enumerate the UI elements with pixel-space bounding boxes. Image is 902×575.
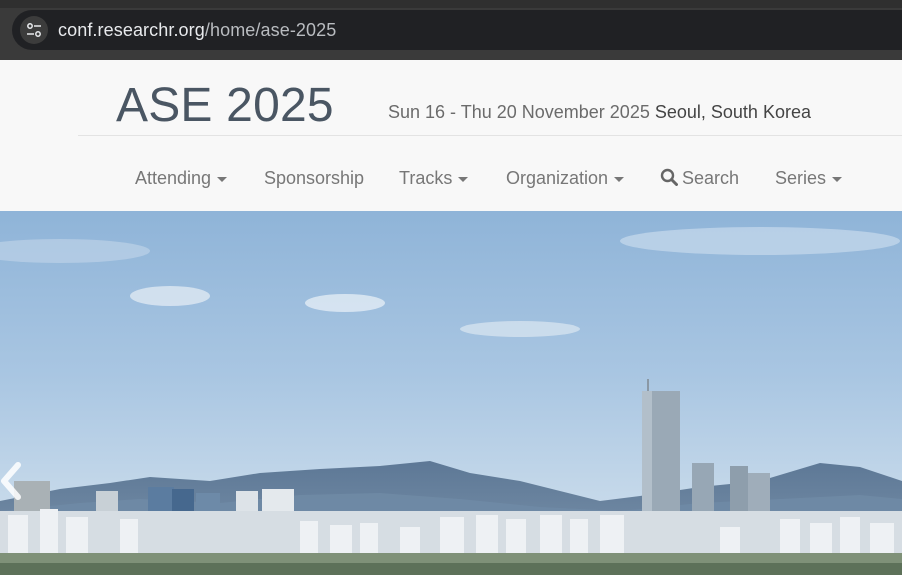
site-info-button[interactable] xyxy=(20,16,48,44)
nav-search-label: Search xyxy=(682,168,740,188)
conference-location: Seoul, South Korea xyxy=(654,102,811,122)
nav-tracks[interactable]: Tracks xyxy=(399,168,469,189)
address-bar[interactable]: conf.researchr.org/home/ase-2025 xyxy=(12,10,902,50)
tune-icon xyxy=(27,23,41,37)
conference-dates: Sun 16 - Thu 20 November 2025 Seoul, Sou… xyxy=(388,102,811,123)
header-divider xyxy=(78,135,902,136)
carousel-prev-button[interactable] xyxy=(0,459,26,503)
nav-attending-label: Attending xyxy=(135,168,212,188)
nav-sponsorship[interactable]: Sponsorship xyxy=(264,168,364,189)
browser-chrome: conf.researchr.org/home/ase-2025 xyxy=(0,0,902,60)
nav-sponsorship-label: Sponsorship xyxy=(264,168,365,188)
nav-tracks-label: Tracks xyxy=(399,168,453,188)
site-title[interactable]: ASE 2025 xyxy=(116,78,334,133)
search-icon xyxy=(660,168,678,186)
caret-down-icon xyxy=(458,176,469,182)
url-path: /home/ase-2025 xyxy=(204,20,337,40)
main-nav: Attending Sponsorship Tracks Organizatio… xyxy=(0,160,902,200)
hero-banner[interactable] xyxy=(0,211,902,575)
caret-down-icon xyxy=(614,176,625,182)
caret-down-icon xyxy=(217,176,228,182)
chevron-left-icon xyxy=(1,462,21,500)
url-host: conf.researchr.org xyxy=(58,20,205,40)
nav-organization-label: Organization xyxy=(506,168,609,188)
nav-series-label: Series xyxy=(775,168,827,188)
nav-series[interactable]: Series xyxy=(775,168,843,189)
caret-down-icon xyxy=(832,176,843,182)
browser-top-strip xyxy=(0,0,902,8)
date-range: Sun 16 - Thu 20 November 2025 xyxy=(388,102,650,122)
url-text[interactable]: conf.researchr.org/home/ase-2025 xyxy=(58,20,336,41)
nav-search[interactable]: Search xyxy=(660,168,739,189)
nav-organization[interactable]: Organization xyxy=(506,168,625,189)
nav-attending[interactable]: Attending xyxy=(135,168,228,189)
hero-skyline-image xyxy=(0,211,902,575)
